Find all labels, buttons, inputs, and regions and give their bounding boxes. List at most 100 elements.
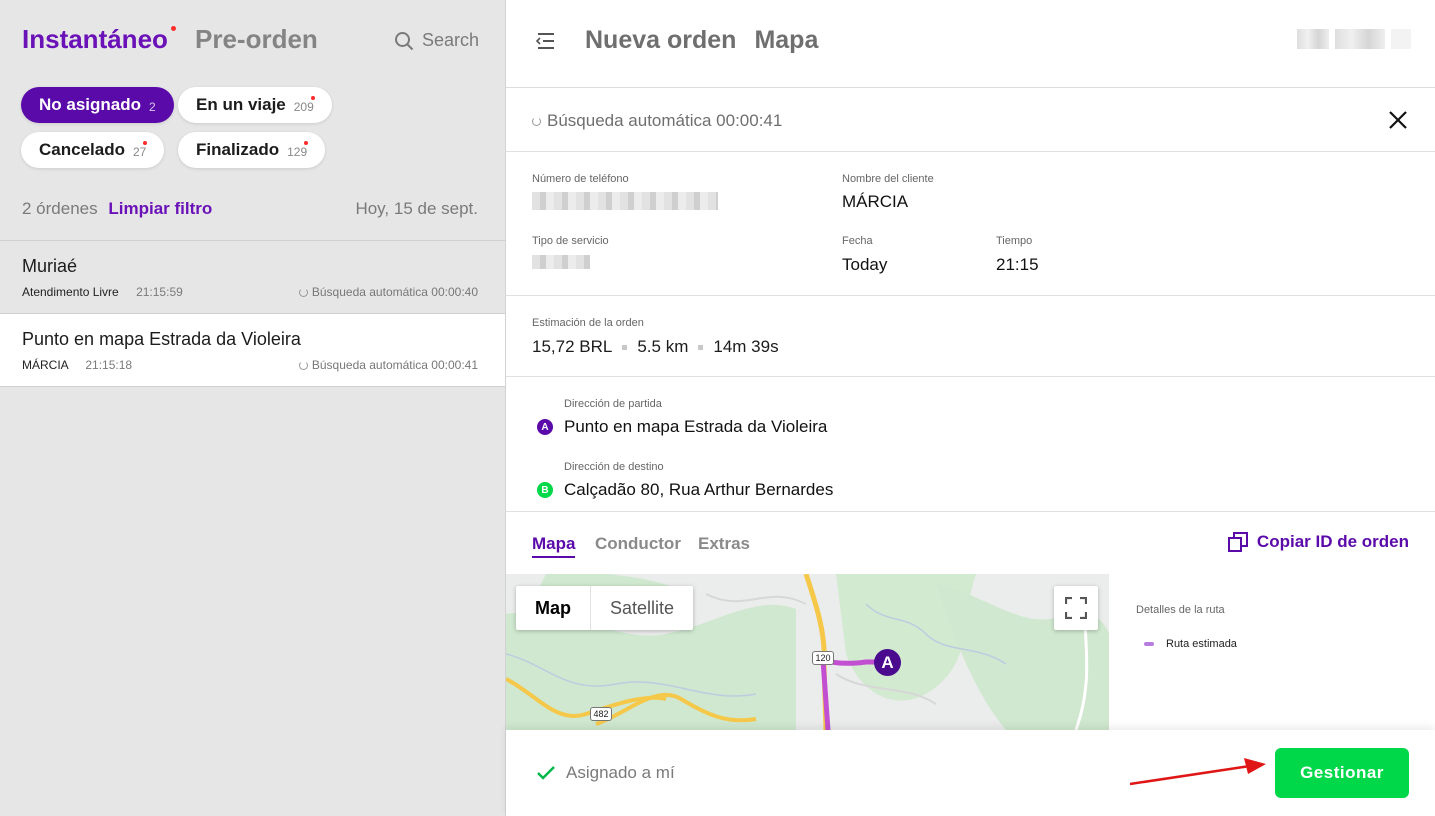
destination-address: Calçadão 80, Rua Arthur Bernardes <box>564 480 834 499</box>
check-icon <box>537 766 555 780</box>
search-label: Search <box>421 30 479 50</box>
date-selector[interactable]: Hoy, 15 de sept. <box>355 199 478 219</box>
order-title: Punto en mapa Estrada da Violeira <box>22 329 301 349</box>
loading-spinner-icon <box>298 360 308 370</box>
clear-filter-link[interactable]: Limpiar filtro <box>108 199 212 218</box>
tab-preorder[interactable]: Pre-orden <box>195 24 318 55</box>
order-status: Búsqueda automática 00:00:40 <box>298 285 478 299</box>
user-name-redacted <box>1335 29 1385 49</box>
filter-chip-cancelled[interactable]: Cancelado 27 <box>21 132 165 168</box>
search-icon <box>394 31 414 50</box>
assigned-to-me: Asignado a mí <box>536 763 675 783</box>
destination-label: Dirección de destino <box>564 461 664 473</box>
date-value: Today <box>842 255 888 274</box>
client-label: Nombre del cliente <box>842 173 934 185</box>
time-label: Tiempo <box>996 235 1033 247</box>
title-sub: Mapa <box>754 26 819 54</box>
filter-summary: 2 órdenes Limpiar filtro Hoy, 15 de sept… <box>22 199 478 219</box>
addresses: Dirección de partida A Punto en mapa Est… <box>506 377 1435 512</box>
chip-count: 27 <box>132 145 147 159</box>
route-legend: Ruta estimada <box>1144 638 1237 650</box>
route-details: Detalles de la ruta Ruta estimada <box>1109 574 1435 730</box>
order-meta: MÁRCIA 21:15:18 <box>22 358 132 372</box>
pickup-address: Punto en mapa Estrada da Violeira <box>564 417 828 436</box>
order-count: 2 órdenes <box>22 199 98 218</box>
notification-dot <box>170 26 176 31</box>
service-value-redacted <box>532 255 590 269</box>
copy-order-id-button[interactable]: Copiar ID de orden <box>1227 532 1409 552</box>
map-type-toggle: Map Satellite <box>516 586 694 630</box>
fullscreen-button[interactable] <box>1054 586 1098 630</box>
order-list-item[interactable]: Muriaé Atendimento Livre 21:15:59 Búsque… <box>0 241 505 314</box>
loading-spinner-icon <box>298 287 308 297</box>
order-time: 21:15:18 <box>85 358 133 372</box>
fullscreen-icon <box>1065 597 1087 619</box>
filter-chip-on-trip[interactable]: En un viaje 209 <box>178 87 332 123</box>
estimate-values: 15,72 BRL 5.5 km 14m 39s <box>532 337 779 357</box>
order-client: MÁRCIA <box>22 358 69 372</box>
separator <box>698 344 704 350</box>
manage-button[interactable]: Gestionar <box>1275 748 1409 798</box>
order-status-text: Búsqueda automática 00:00:40 <box>311 285 478 299</box>
user-extra-redacted <box>1391 29 1411 49</box>
filter-chip-finished[interactable]: Finalizado 129 <box>178 132 326 168</box>
chip-count: 209 <box>293 100 314 114</box>
order-meta: Atendimento Livre 21:15:59 <box>22 285 183 299</box>
notification-dot <box>304 141 309 145</box>
service-label: Tipo de servicio <box>532 235 609 247</box>
user-avatar[interactable] <box>1297 29 1411 49</box>
order-time: 21:15:59 <box>136 285 183 299</box>
route-map[interactable]: 120 482 A Map Satellite <box>506 574 1109 730</box>
detail-tabs: Mapa Conductor Extras Copiar ID de orden <box>506 512 1435 574</box>
tab-map[interactable]: Mapa <box>532 534 576 558</box>
orders-header: Instantáneo Pre-orden Search <box>22 24 479 58</box>
page-title: Nueva orden Mapa <box>585 26 818 55</box>
order-estimate: Estimación de la orden 15,72 BRL 5.5 km … <box>506 296 1435 377</box>
date-label: Fecha <box>842 235 873 247</box>
map-type-map-button[interactable]: Map <box>516 586 591 630</box>
assigned-label: Asignado a mí <box>566 763 675 782</box>
order-client: Atendimento Livre <box>22 285 119 299</box>
route-legend-swatch <box>1144 642 1154 646</box>
tab-driver[interactable]: Conductor <box>595 534 681 554</box>
title-main: Nueva orden <box>585 26 737 54</box>
estimate-price: 15,72 BRL <box>532 337 613 356</box>
separator <box>622 344 628 350</box>
route-details-title: Detalles de la ruta <box>1136 604 1225 616</box>
collapse-menu-icon[interactable] <box>534 31 556 51</box>
order-list-item-selected[interactable]: Punto en mapa Estrada da Violeira MÁRCIA… <box>0 314 505 387</box>
client-value: MÁRCIA <box>842 192 909 211</box>
phone-label: Número de teléfono <box>532 173 629 185</box>
copy-order-id-label: Copiar ID de orden <box>1256 532 1409 551</box>
tab-extras[interactable]: Extras <box>698 534 750 554</box>
estimate-duration: 14m 39s <box>713 337 779 356</box>
chip-count: 2 <box>149 100 156 114</box>
filter-chip-unassigned[interactable]: No asignado 2 <box>21 87 174 123</box>
search-button[interactable]: Search <box>394 30 479 51</box>
order-status-text: Búsqueda automática 00:00:41 <box>311 358 478 372</box>
chip-label: En un viaje <box>196 95 286 114</box>
tab-instant[interactable]: Instantáneo <box>22 24 176 55</box>
estimate-label: Estimación de la orden <box>532 317 644 329</box>
destination-marker-icon: B <box>537 482 553 498</box>
loading-spinner-icon <box>532 116 541 126</box>
close-icon[interactable] <box>1389 111 1407 129</box>
road-shield-120: 120 <box>812 651 834 665</box>
auto-search-text: Búsqueda automática 00:00:41 <box>547 111 783 130</box>
auto-search-bar: Búsqueda automática 00:00:41 <box>506 88 1435 152</box>
chip-label: Finalizado <box>196 140 280 159</box>
map-type-satellite-button[interactable]: Satellite <box>591 586 693 630</box>
chip-label: No asignado <box>39 95 142 114</box>
order-list: Muriaé Atendimento Livre 21:15:59 Búsque… <box>0 240 505 387</box>
orders-panel: Instantáneo Pre-orden Search No asignado… <box>0 0 506 816</box>
pickup-marker-icon: A <box>537 419 553 435</box>
road-shield-482: 482 <box>590 707 612 721</box>
pickup-label: Dirección de partida <box>564 398 662 410</box>
estimate-distance: 5.5 km <box>637 337 689 356</box>
map-pickup-marker[interactable]: A <box>874 649 901 676</box>
chip-label: Cancelado <box>39 140 125 159</box>
order-status: Búsqueda automática 00:00:41 <box>298 358 478 372</box>
chip-count: 129 <box>287 145 308 159</box>
phone-value-redacted <box>532 192 718 210</box>
tab-instant-label: Instantáneo <box>22 24 168 54</box>
